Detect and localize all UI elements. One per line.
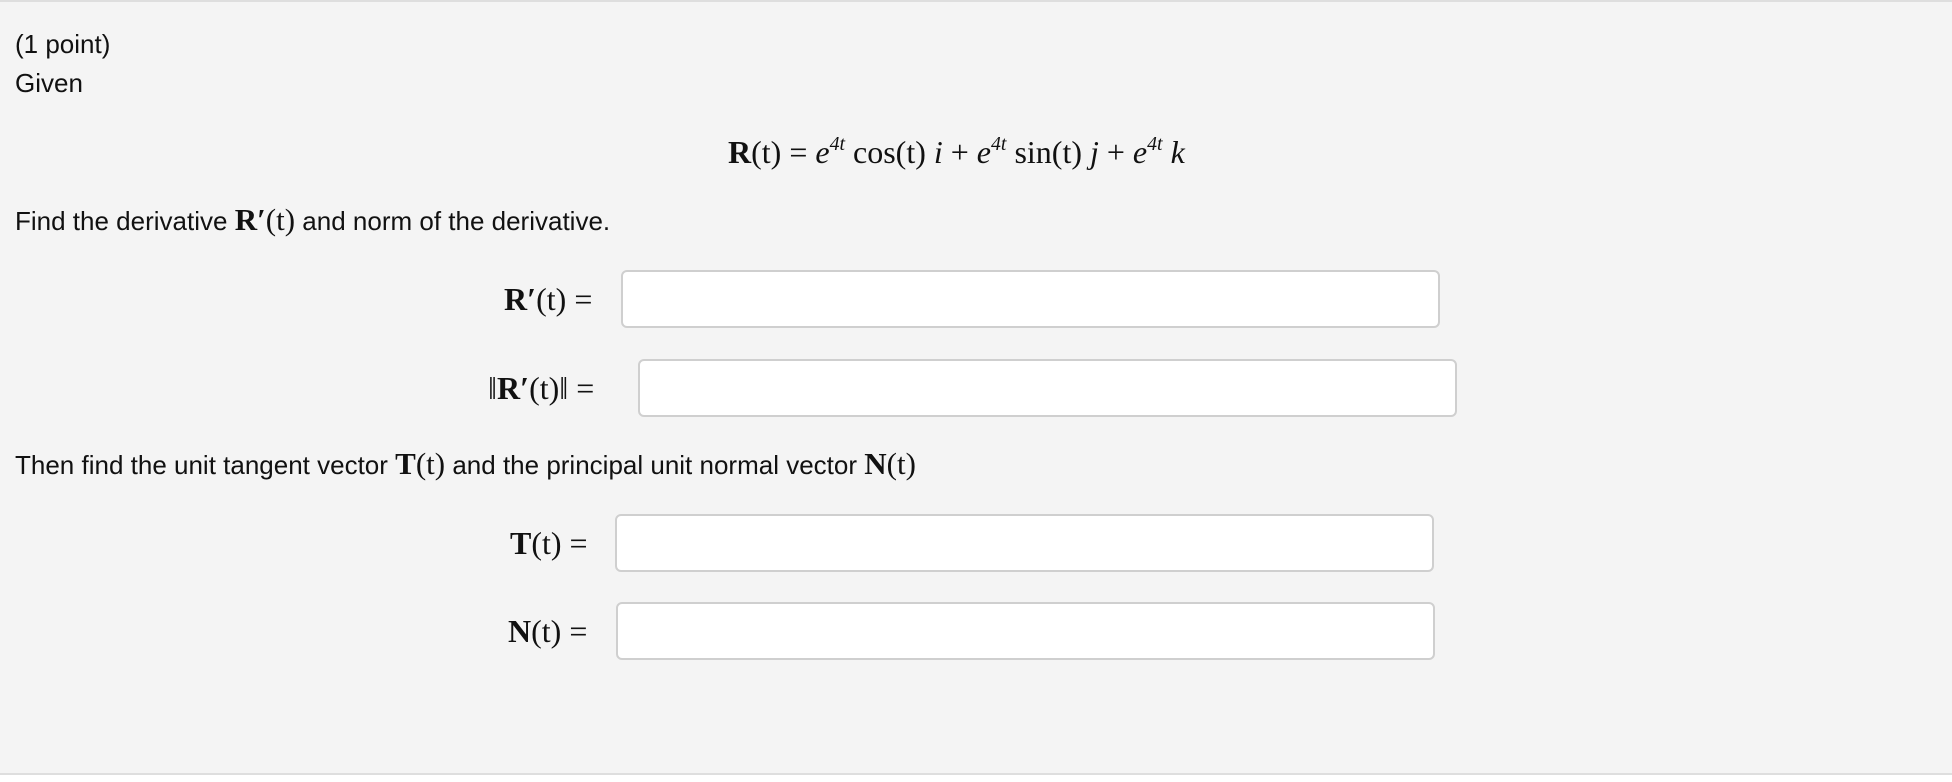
- norm-label-arg: (t): [529, 370, 560, 406]
- problem-panel: (1 point) Given R(t) = e4t cos(t) i + e4…: [0, 0, 1952, 775]
- tangent-label: T(t) =: [510, 514, 588, 572]
- derivative-label-arg: (t): [536, 281, 567, 317]
- given-equation: R(t) = e4t cos(t) i + e4t sin(t) j + e4t…: [728, 132, 1185, 172]
- equation-lhs: R: [728, 134, 752, 170]
- norm-label: ‖R′(t)‖ =: [488, 359, 594, 417]
- instruction2-math2-symbol: N: [864, 446, 887, 481]
- instruction1-math-arg: (t): [265, 202, 296, 237]
- term3-base: e: [1132, 134, 1148, 170]
- points-label: (1 point): [15, 29, 111, 59]
- instruction1-after: and norm of the derivative.: [302, 206, 611, 236]
- instruction2-math2-arg: (t): [886, 446, 916, 481]
- norm-label-open-bars: ‖: [488, 370, 497, 406]
- norm-label-close-bars: ‖: [559, 370, 569, 406]
- instruction2-math2: N(t): [864, 446, 916, 481]
- instruction2-math1-symbol: T: [395, 446, 416, 481]
- term1-exponent: 4t: [829, 133, 845, 156]
- derivative-label-equals: =: [574, 281, 593, 317]
- derivative-label: R′(t) =: [504, 270, 592, 328]
- instruction1-math-symbol: R′: [234, 202, 266, 237]
- normal-answer-input[interactable]: [616, 602, 1435, 660]
- term2-exponent: 4t: [991, 133, 1007, 156]
- instruction2-math1: T(t): [395, 446, 445, 481]
- instruction2-math1-arg: (t): [415, 446, 446, 481]
- instruction2-before: Then find the unit tangent vector: [15, 450, 388, 480]
- instruction1-math: R′(t): [235, 202, 295, 237]
- norm-answer-input[interactable]: [638, 359, 1457, 417]
- norm-label-symbol: R′: [496, 370, 530, 406]
- norm-label-equals: =: [576, 370, 595, 406]
- instruction-derivative: Find the derivative R′(t) and norm of th…: [15, 204, 610, 237]
- tangent-label-equals: =: [569, 525, 588, 561]
- term2-function: sin(t): [1014, 134, 1082, 170]
- normal-label-symbol: N: [508, 613, 532, 649]
- tangent-label-symbol: T: [510, 525, 532, 561]
- term1-function: cos(t): [853, 134, 926, 170]
- instruction1-before: Find the derivative: [15, 206, 228, 236]
- term3-unit-vector: k: [1170, 134, 1185, 170]
- given-label: Given: [15, 68, 83, 98]
- term2-base: e: [976, 134, 991, 170]
- equation-equals: =: [789, 134, 808, 170]
- equation-lhs-arg: (t): [751, 134, 782, 170]
- normal-label-equals: =: [569, 613, 588, 649]
- term2-unit-vector: j: [1089, 134, 1099, 170]
- instruction2-middle: and the principal unit normal vector: [452, 450, 858, 480]
- normal-label-arg: (t): [531, 613, 562, 649]
- tangent-label-arg: (t): [531, 525, 562, 561]
- plus-sign-1: +: [950, 134, 969, 170]
- term3-exponent: 4t: [1147, 133, 1163, 156]
- derivative-label-symbol: R′: [504, 281, 537, 317]
- derivative-answer-input[interactable]: [621, 270, 1440, 328]
- plus-sign-2: +: [1106, 134, 1125, 170]
- term1-unit-vector: i: [933, 134, 943, 170]
- tangent-answer-input[interactable]: [615, 514, 1434, 572]
- normal-label: N(t) =: [508, 602, 587, 660]
- instruction-tangent-normal: Then find the unit tangent vector T(t) a…: [15, 448, 916, 481]
- term1-base: e: [815, 134, 830, 170]
